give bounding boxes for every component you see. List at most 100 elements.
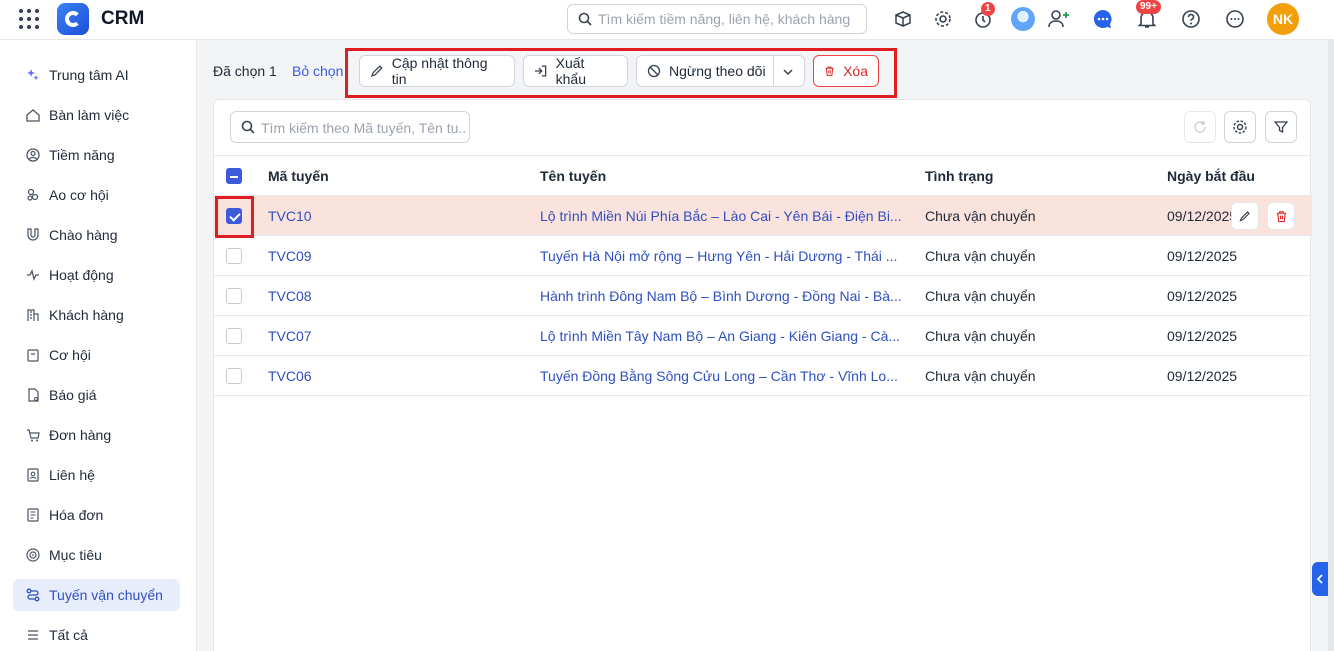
- sidebar-item-quotes[interactable]: Báo giá: [13, 379, 180, 411]
- sidebar-item-shipping-routes[interactable]: Tuyến vận chuyển: [13, 579, 180, 611]
- target-user-icon: [25, 147, 41, 163]
- block-icon: [647, 64, 661, 78]
- crm-logo[interactable]: [57, 3, 89, 35]
- goal-icon: [25, 547, 41, 563]
- delete-row-button[interactable]: [1267, 202, 1295, 230]
- route-code[interactable]: TVC07: [268, 316, 312, 355]
- row-checkbox-highlight: [215, 196, 254, 238]
- row-checkbox[interactable]: [226, 248, 242, 264]
- row-checkbox[interactable]: [226, 288, 242, 304]
- export-label: Xuất khẩu: [555, 55, 586, 87]
- quote-icon: [25, 387, 41, 403]
- help-icon[interactable]: [1180, 8, 1202, 30]
- column-header[interactable]: Mã tuyến: [268, 156, 329, 195]
- sidebar-item-label: Mục tiêu: [49, 547, 102, 563]
- table-search[interactable]: [230, 111, 470, 143]
- route-start-date: 09/12/2025: [1167, 367, 1238, 384]
- delete-button[interactable]: Xóa: [813, 55, 879, 87]
- unfollow-button[interactable]: Ngừng theo dõi: [636, 55, 805, 87]
- table-row[interactable]: TVC06 Tuyến Đồng Bằng Sông Cửu Long – Cầ…: [214, 356, 1312, 396]
- chat-icon[interactable]: [1092, 8, 1114, 30]
- route-name[interactable]: Tuyến Đồng Bằng Sông Cửu Long – Cần Thơ …: [540, 356, 910, 395]
- sidebar-item-label: Báo giá: [49, 387, 97, 403]
- contact-icon: [25, 467, 41, 483]
- building-icon: [25, 307, 41, 323]
- table-row[interactable]: TVC09 Tuyến Hà Nội mở rộng – Hưng Yên - …: [214, 236, 1312, 276]
- magnet-icon: [25, 227, 41, 243]
- pencil-icon: [1239, 211, 1250, 222]
- sidebar-item-contacts[interactable]: Liên hệ: [13, 459, 180, 491]
- export-icon: [534, 65, 547, 77]
- row-checkbox[interactable]: [226, 328, 242, 344]
- user-initials-avatar[interactable]: NK: [1267, 3, 1299, 35]
- update-info-button[interactable]: Cập nhật thông tin: [359, 55, 515, 87]
- sidebar-item-label: Hoạt động: [49, 267, 114, 283]
- route-name[interactable]: Lộ trình Miền Núi Phía Bắc – Lào Cai - Y…: [540, 196, 910, 235]
- settings-icon[interactable]: [932, 8, 954, 30]
- cart-icon: [25, 427, 41, 443]
- route-code[interactable]: TVC08: [268, 276, 312, 315]
- split-divider: [773, 56, 774, 86]
- sidebar-item-label: Hóa đơn: [49, 507, 104, 523]
- sidebar-item-opportunities[interactable]: Cơ hội: [13, 339, 180, 371]
- table-search-input[interactable]: [261, 119, 466, 137]
- side-panel-toggle[interactable]: [1312, 562, 1328, 596]
- route-code[interactable]: TVC06: [268, 356, 312, 395]
- sidebar-item-label: Ao cơ hội: [49, 187, 109, 203]
- column-header[interactable]: Tên tuyến: [540, 156, 606, 195]
- invoice-icon: [25, 507, 41, 523]
- sidebar-item-goals[interactable]: Mục tiêu: [13, 539, 180, 571]
- table-settings-button[interactable]: [1224, 111, 1256, 143]
- route-name[interactable]: Tuyến Hà Nội mở rộng – Hưng Yên - Hải Dư…: [540, 236, 910, 275]
- row-checkbox[interactable]: [226, 368, 242, 384]
- filter-button[interactable]: [1265, 111, 1297, 143]
- chevron-left-icon: [1316, 574, 1323, 584]
- sidebar-item-label: Tuyến vận chuyển: [49, 587, 163, 603]
- select-all-checkbox[interactable]: [226, 168, 242, 184]
- sidebar-item-label: Tất cả: [49, 627, 88, 643]
- column-header[interactable]: Tình trạng: [925, 156, 993, 195]
- update-info-label: Cập nhật thông tin: [391, 55, 488, 87]
- sidebar-item-all[interactable]: Tất cả: [13, 619, 180, 651]
- sidebar-item-workspace[interactable]: Bàn làm việc: [13, 99, 180, 131]
- sidebar-item-label: Đơn hàng: [49, 427, 112, 443]
- global-search-input[interactable]: [598, 10, 858, 28]
- table-row[interactable]: TVC07 Lộ trình Miền Tây Nam Bộ – An Gian…: [214, 316, 1312, 356]
- refresh-button[interactable]: [1184, 111, 1216, 143]
- route-status: Chưa vận chuyển: [925, 327, 1036, 344]
- route-name[interactable]: Lộ trình Miền Tây Nam Bộ – An Giang - Ki…: [540, 316, 910, 355]
- add-user-icon[interactable]: [1048, 8, 1070, 30]
- export-button[interactable]: Xuất khẩu: [523, 55, 628, 87]
- table-row[interactable]: TVC08 Hành trình Đông Nam Bộ – Bình Dươn…: [214, 276, 1312, 316]
- route-status: Chưa vận chuyển: [925, 287, 1036, 304]
- route-icon: [25, 587, 41, 603]
- sparkle-icon: [25, 67, 41, 83]
- sidebar-item-invoices[interactable]: Hóa đơn: [13, 499, 180, 531]
- table-row[interactable]: TVC10 Lộ trình Miền Núi Phía Bắc – Lào C…: [214, 196, 1312, 236]
- sidebar-item-leads[interactable]: Tiềm năng: [13, 139, 180, 171]
- apps-grid-icon[interactable]: [19, 9, 39, 29]
- chevron-down-icon[interactable]: [782, 65, 802, 81]
- user-avatar-icon[interactable]: [1011, 7, 1035, 31]
- box-search-icon[interactable]: [892, 8, 914, 30]
- routes-table-card: Mã tuyến Tên tuyến Tình trạng Ngày bắt đ…: [213, 99, 1312, 651]
- more-icon[interactable]: [1224, 8, 1246, 30]
- global-search[interactable]: [567, 4, 867, 34]
- column-header[interactable]: Ngày bắt đầu: [1167, 156, 1255, 195]
- trash-icon: [1276, 210, 1286, 222]
- sidebar-item-activities[interactable]: Hoạt động: [13, 259, 180, 291]
- route-name[interactable]: Hành trình Đông Nam Bộ – Bình Dương - Đồ…: [540, 276, 910, 315]
- sidebar-item-offers[interactable]: Chào hàng: [13, 219, 180, 251]
- sidebar-item-opportunity-pool[interactable]: Ao cơ hội: [13, 179, 180, 211]
- page-scrollbar[interactable]: [1328, 40, 1334, 651]
- route-code[interactable]: TVC09: [268, 236, 312, 275]
- sidebar-item-customers[interactable]: Khách hàng: [13, 299, 180, 331]
- sidebar-item-orders[interactable]: Đơn hàng: [13, 419, 180, 451]
- deselect-link[interactable]: Bỏ chọn: [292, 63, 343, 79]
- briefcase-icon: [25, 347, 41, 363]
- sidebar-item-ai-center[interactable]: Trung tâm AI: [13, 59, 180, 91]
- edit-row-button[interactable]: [1231, 202, 1259, 230]
- refresh-icon: [1194, 121, 1206, 133]
- settings-icon: [1233, 120, 1247, 134]
- route-code[interactable]: TVC10: [268, 196, 312, 235]
